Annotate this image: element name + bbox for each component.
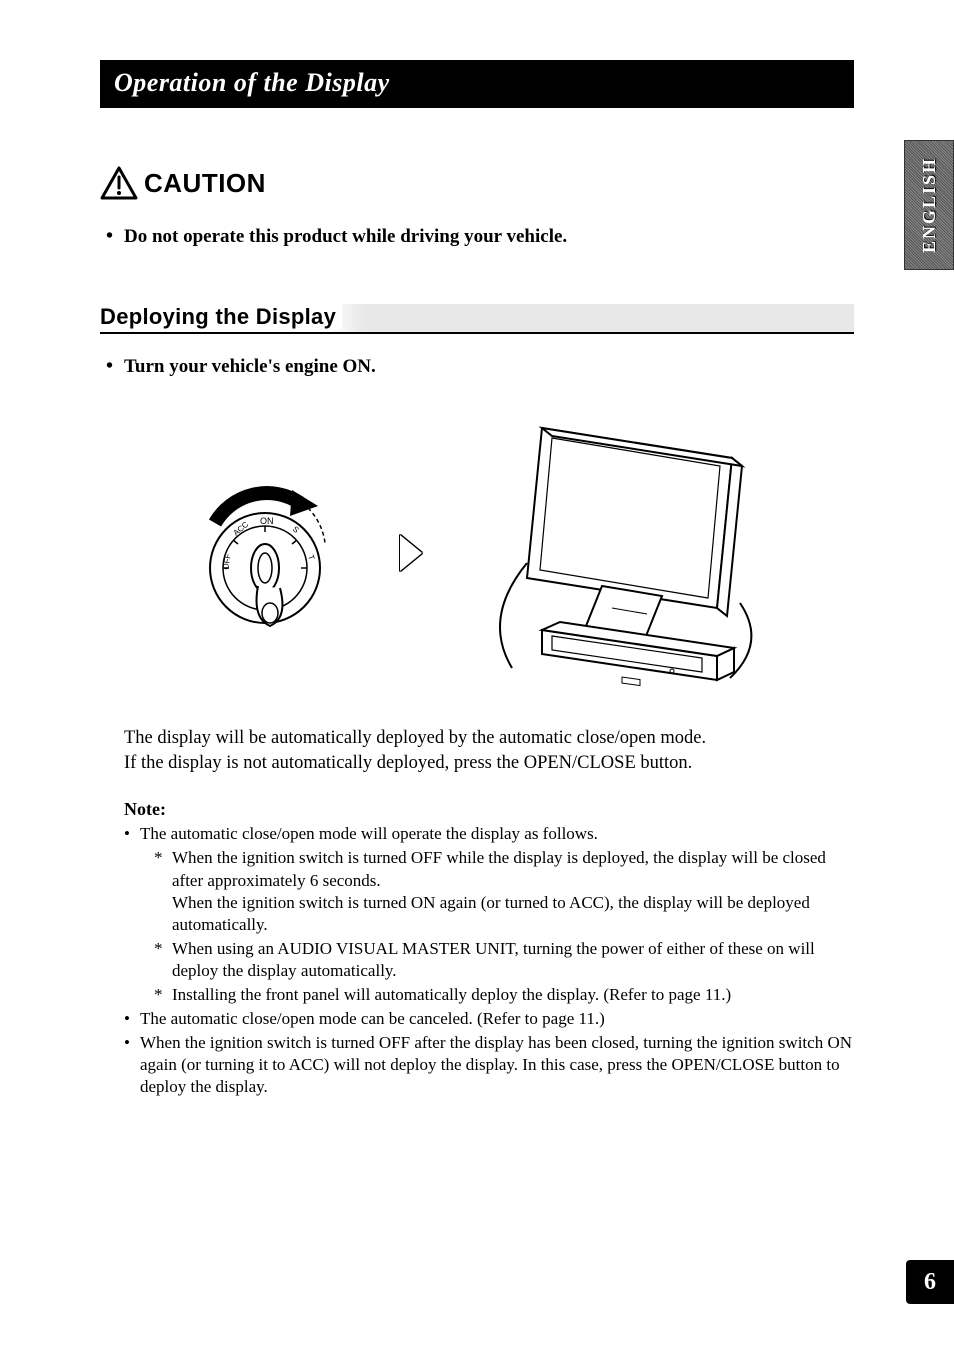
note-bullet: The automatic close/open mode will opera… xyxy=(124,823,854,1006)
svg-text:S: S xyxy=(291,524,301,534)
language-tab: ENGLISH xyxy=(904,140,954,270)
display-monitor-figure xyxy=(472,408,772,698)
manual-page: Operation of the Display CAUTION Do not … xyxy=(0,0,954,1138)
language-tab-label: ENGLISH xyxy=(919,157,940,253)
note-sub-bullet: When the ignition switch is turned OFF w… xyxy=(154,847,854,935)
body-line-2: If the display is not automatically depl… xyxy=(124,751,854,776)
body-line-1: The display will be automatically deploy… xyxy=(124,726,854,751)
note-sub-bullet: Installing the front panel will automati… xyxy=(154,984,854,1006)
note-bullet: The automatic close/open mode can be can… xyxy=(124,1008,854,1030)
ignition-switch-figure: OFF ACC ON S T xyxy=(180,468,350,638)
warning-triangle-icon xyxy=(100,166,138,200)
deploy-instruction: Turn your vehicle's engine ON. xyxy=(100,356,854,378)
body-paragraph: The display will be automatically deploy… xyxy=(100,726,854,776)
note-heading: Note: xyxy=(124,798,854,821)
ignition-on-label: ON xyxy=(260,516,274,526)
section-header-deploying: Deploying the Display xyxy=(100,304,854,334)
note-block: Note: The automatic close/open mode will… xyxy=(100,798,854,1099)
note-bullet: When the ignition switch is turned OFF a… xyxy=(124,1032,854,1098)
caution-heading: CAUTION xyxy=(100,166,854,200)
caution-bullet-text: Do not operate this product while drivin… xyxy=(100,226,854,248)
page-number-tab: 6 xyxy=(906,1260,954,1304)
svg-text:T: T xyxy=(306,554,316,562)
flow-arrow-icon xyxy=(400,535,422,571)
caution-label: CAUTION xyxy=(144,168,266,199)
figure-row: OFF ACC ON S T xyxy=(100,408,854,698)
page-title-bar: Operation of the Display xyxy=(100,60,854,108)
note-sub-bullet: When using an AUDIO VISUAL MASTER UNIT, … xyxy=(154,938,854,982)
